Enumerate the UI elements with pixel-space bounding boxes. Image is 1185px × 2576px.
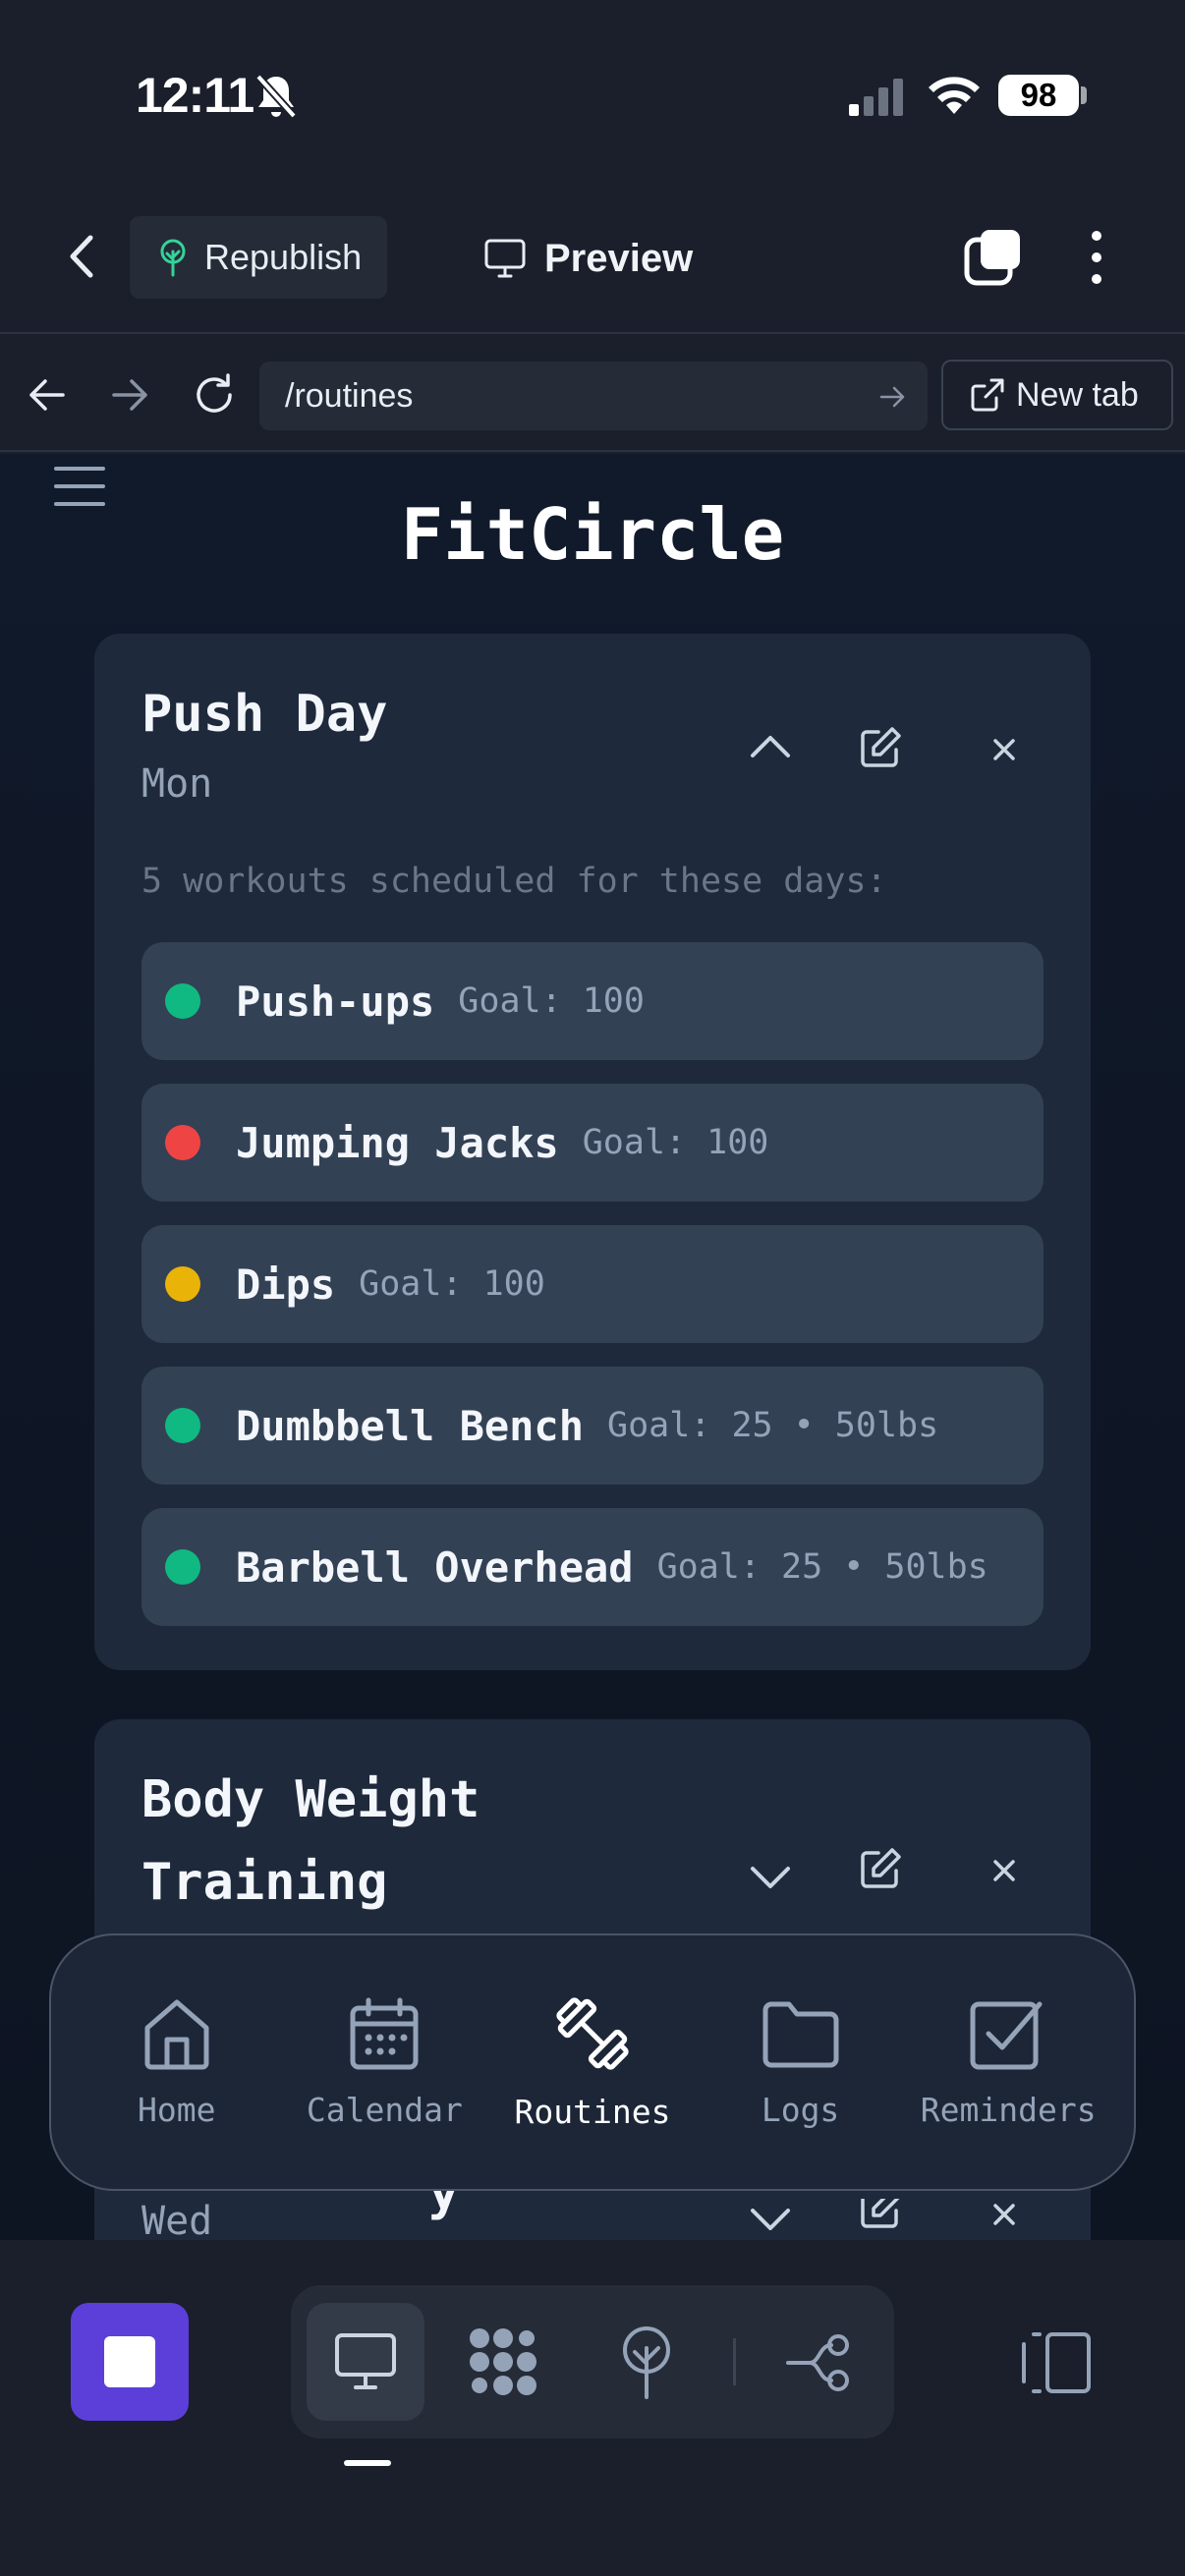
tab-routines[interactable]: Routines xyxy=(494,1994,691,2131)
workout-goal: Goal: 100 xyxy=(582,1123,769,1162)
republish-button[interactable]: Republish xyxy=(130,216,387,299)
routine-title-line1: Body Weight xyxy=(141,1770,480,1829)
toolbar-divider xyxy=(733,2338,736,2385)
external-link-icon xyxy=(971,378,1004,412)
routine-days: Wed xyxy=(141,2199,213,2240)
routine-title: Push Day xyxy=(141,685,388,744)
publish-tree-icon xyxy=(160,239,186,277)
status-dot xyxy=(165,1408,200,1443)
arrow-left-icon[interactable] xyxy=(26,373,69,417)
routine-days: Mon xyxy=(141,761,213,807)
status-time: 12:11 xyxy=(136,68,254,123)
routine-summary: 5 workouts scheduled for these days: xyxy=(141,862,887,901)
edit-icon[interactable] xyxy=(859,1847,902,1890)
routine-title-line2: Training xyxy=(141,1853,388,1912)
status-dot xyxy=(165,983,200,1019)
arrow-right-icon[interactable] xyxy=(108,373,151,417)
chevron-down-icon[interactable] xyxy=(749,2209,792,2230)
workout-goal: Goal: 100 xyxy=(458,981,645,1021)
side-panel-icon[interactable] xyxy=(1018,2330,1093,2395)
edit-icon[interactable] xyxy=(859,726,902,769)
new-tab-button[interactable]: New tab xyxy=(941,360,1173,430)
new-tab-label: New tab xyxy=(1016,375,1139,414)
close-icon[interactable] xyxy=(992,738,1016,761)
checkbox-icon xyxy=(970,2001,1043,2069)
battery-tip xyxy=(1081,86,1087,104)
stop-button[interactable] xyxy=(71,2303,189,2421)
workout-goal: Goal: 25 • 50lbs xyxy=(656,1547,988,1587)
publish-tree-icon[interactable] xyxy=(617,2324,676,2399)
workout-name: Dumbbell Bench xyxy=(236,1401,585,1450)
back-chevron-icon[interactable] xyxy=(59,232,108,281)
wifi-icon xyxy=(929,77,980,114)
tab-reminders-label: Reminders xyxy=(920,2090,1097,2129)
folder-icon xyxy=(762,2001,839,2067)
reload-icon[interactable] xyxy=(191,371,238,419)
republish-label: Republish xyxy=(204,237,363,277)
app-tabbar: Home Calendar Routines Logs Reminders xyxy=(49,1933,1136,2191)
edit-icon[interactable] xyxy=(859,2199,902,2230)
tab-reminders[interactable]: Reminders xyxy=(910,1996,1106,2129)
workout-name: Barbell Overhead xyxy=(236,1542,634,1592)
workout-name: Jumping Jacks xyxy=(236,1118,559,1167)
tab-home-label: Home xyxy=(138,2090,216,2129)
battery-indicator: 98 xyxy=(998,75,1079,116)
calendar-icon xyxy=(350,1997,419,2069)
tab-calendar-label: Calendar xyxy=(306,2090,463,2129)
workout-goal: Goal: 25 • 50lbs xyxy=(607,1406,939,1445)
url-input[interactable]: /routines xyxy=(259,362,928,430)
editor-bottombar xyxy=(0,2240,1185,2576)
workout-row[interactable]: Dumbbell Bench Goal: 25 • 50lbs xyxy=(141,1367,1044,1484)
preview-label: Preview xyxy=(544,236,694,280)
status-dot xyxy=(165,1125,200,1160)
routine-card: y Wed xyxy=(94,2163,1091,2240)
monitor-icon xyxy=(484,239,526,278)
routine-card: Push Day Mon 5 workouts scheduled for th… xyxy=(94,634,1091,1670)
home-icon xyxy=(144,1999,209,2069)
workout-row[interactable]: Jumping Jacks Goal: 100 xyxy=(141,1084,1044,1202)
share-nodes-icon[interactable] xyxy=(784,2330,853,2395)
workout-row[interactable]: Barbell Overhead Goal: 25 • 50lbs xyxy=(141,1508,1044,1626)
dumbbell-icon xyxy=(556,1996,629,2070)
more-vertical-icon[interactable] xyxy=(1079,228,1114,287)
status-dot xyxy=(165,1266,200,1302)
monitor-icon xyxy=(335,2333,396,2389)
stop-icon xyxy=(104,2336,155,2387)
view-switcher xyxy=(291,2285,894,2438)
workout-goal: Goal: 100 xyxy=(359,1264,545,1304)
tab-logs[interactable]: Logs xyxy=(703,1996,899,2129)
status-dot xyxy=(165,1549,200,1585)
active-view-indicator xyxy=(344,2460,391,2466)
tab-home[interactable]: Home xyxy=(79,1996,275,2129)
status-bar: 12:11 98 xyxy=(0,0,1185,196)
go-arrow-icon[interactable] xyxy=(878,383,906,411)
chevron-up-icon[interactable] xyxy=(749,732,792,761)
preview-button[interactable]: Preview xyxy=(483,224,693,293)
workout-name: Dips xyxy=(236,1260,336,1309)
tab-calendar[interactable]: Calendar xyxy=(286,1996,482,2129)
apps-grid-icon[interactable] xyxy=(466,2324,540,2399)
close-icon[interactable] xyxy=(992,1859,1016,1882)
chevron-down-icon[interactable] xyxy=(749,1863,792,1892)
cellular-signal-icon xyxy=(849,79,903,116)
workout-row[interactable]: Dips Goal: 100 xyxy=(141,1225,1044,1343)
desktop-view-button[interactable] xyxy=(307,2303,424,2421)
tab-logs-label: Logs xyxy=(761,2090,840,2129)
app-title: FitCircle xyxy=(400,493,785,576)
copy-icon[interactable] xyxy=(963,228,1022,287)
url-text: /routines xyxy=(285,376,414,415)
workout-name: Push-ups xyxy=(236,977,435,1026)
bell-muted-icon xyxy=(255,74,297,119)
workout-row[interactable]: Push-ups Goal: 100 xyxy=(141,942,1044,1060)
close-icon[interactable] xyxy=(992,2203,1016,2226)
tab-routines-label: Routines xyxy=(514,2092,671,2131)
